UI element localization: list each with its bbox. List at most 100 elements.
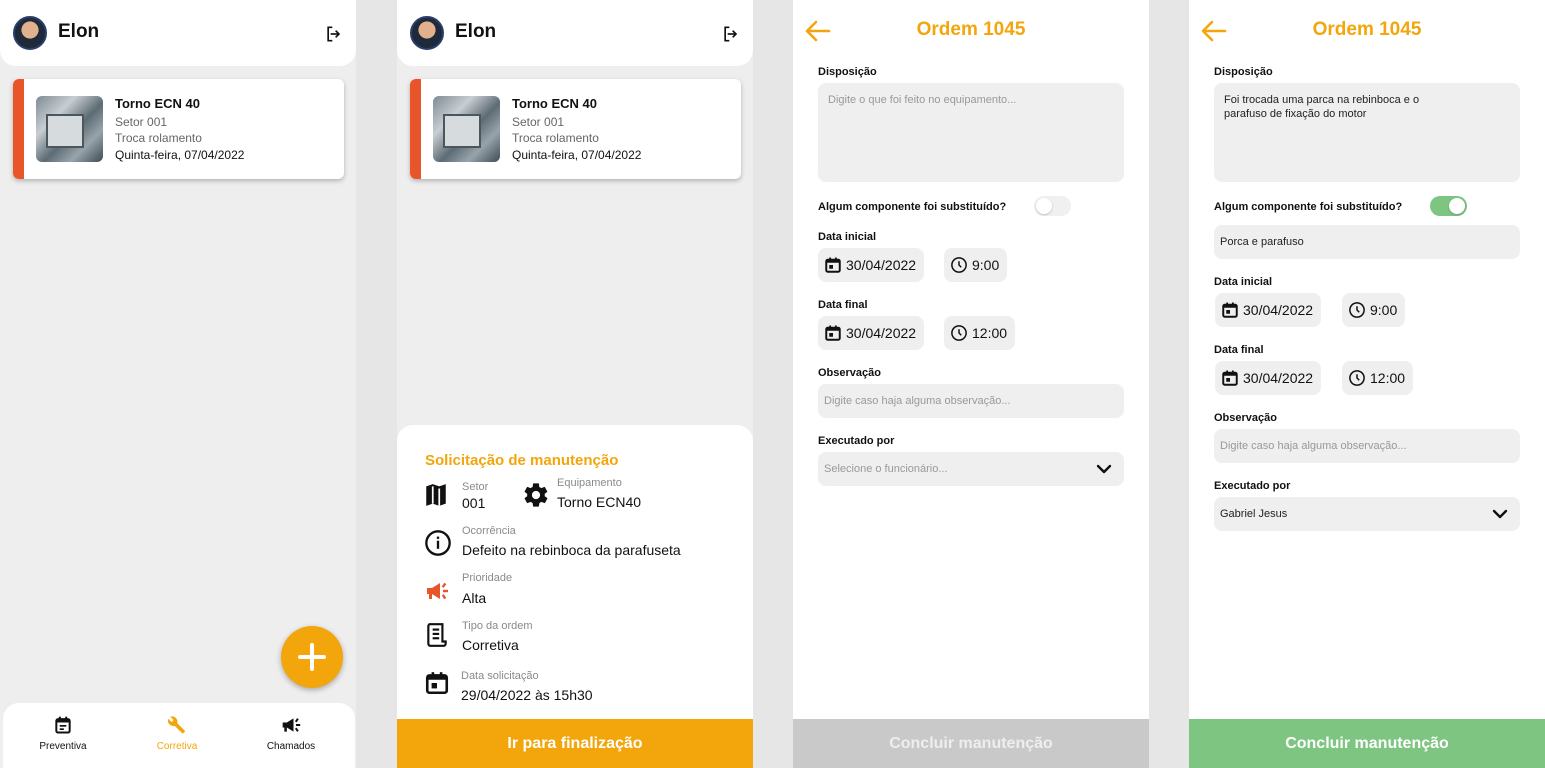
bottom-nav: Preventiva Corretiva Chamados: [3, 703, 355, 768]
order-form-filled-screen: Ordem 1045 Disposição Foi trocada uma pa…: [1189, 0, 1545, 768]
start-date-picker[interactable]: 30/04/2022: [1215, 293, 1322, 327]
equipment-photo: [433, 96, 500, 162]
calendar-icon: [825, 325, 841, 341]
executed-by-label: Executado por: [818, 435, 895, 447]
executed-by-select[interactable]: Gabriel Jesus: [1214, 497, 1520, 531]
nav-label: Preventiva: [39, 741, 87, 752]
order-task: Troca rolamento: [512, 131, 599, 145]
megaphone-icon: [282, 718, 301, 732]
go-to-finalization-button[interactable]: Ir para finalização: [397, 719, 753, 768]
end-date-label: Data final: [1214, 344, 1264, 356]
order-date: Quinta-feira, 07/04/2022: [512, 148, 642, 162]
order-card[interactable]: Torno ECN 40 Setor 001 Troca rolamento Q…: [13, 79, 344, 179]
start-time-value: 9:00: [972, 257, 1000, 273]
component-input[interactable]: Porca e parafuso: [1214, 225, 1520, 259]
order-title: Ordem 1045: [916, 19, 1026, 40]
receipt-icon: [427, 623, 447, 647]
map-icon: [426, 484, 446, 506]
equipment-label: Equipamento: [557, 477, 622, 489]
component-question: Algum componente foi substituído?: [818, 201, 1007, 213]
nav-label: Corretiva: [156, 741, 198, 752]
start-date-label: Data inicial: [1214, 276, 1273, 288]
order-title: Ordem 1045: [1312, 19, 1422, 40]
order-task: Troca rolamento: [115, 131, 202, 145]
wrench-icon: [167, 716, 185, 734]
clock-icon: [951, 325, 967, 341]
nav-item-chamados[interactable]: Chamados: [241, 715, 341, 752]
end-date-label: Data final: [818, 299, 868, 311]
maintenance-request-sheet: Solicitação de manutenção Setor 001 Equi…: [397, 425, 753, 768]
equipment-value: Torno ECN40: [557, 494, 642, 510]
avatar[interactable]: [13, 16, 47, 50]
disposition-textarea[interactable]: Foi trocada uma parca na rebinboca e o p…: [1214, 83, 1520, 182]
disposition-textarea[interactable]: Digite o que foi feito no equipamento...: [818, 83, 1124, 182]
logout-icon[interactable]: [324, 24, 344, 44]
end-time-value: 12:00: [972, 325, 1008, 341]
executed-by-select[interactable]: Selecione o funcionário...: [818, 452, 1124, 486]
toggle-knob: [1449, 198, 1465, 214]
start-time-picker[interactable]: 9:00: [944, 248, 1008, 282]
user-name: Elon: [58, 21, 100, 42]
end-time-picker[interactable]: 12:00: [944, 316, 1016, 350]
order-type-value: Corretiva: [462, 637, 519, 653]
add-order-button[interactable]: [281, 626, 343, 688]
request-date-value: 29/04/2022 às 15h30: [461, 687, 593, 703]
clock-icon: [1349, 370, 1365, 386]
gear-icon: [524, 483, 548, 507]
observation-label: Observação: [1214, 412, 1277, 424]
executed-by-value: Gabriel Jesus: [1220, 508, 1288, 520]
end-date-picker[interactable]: 30/04/2022: [1215, 361, 1322, 395]
executed-by-label: Executado por: [1214, 480, 1291, 492]
order-equipment-name: Torno ECN 40: [115, 96, 200, 111]
user-name: Elon: [455, 21, 497, 42]
occurrence-value: Defeito na rebinboca da parafuseta: [462, 542, 681, 558]
component-toggle[interactable]: [1430, 196, 1467, 216]
info-icon: [425, 530, 451, 556]
disposition-label: Disposição: [818, 66, 877, 78]
start-date-value: 30/04/2022: [846, 257, 917, 273]
sector-value: 001: [462, 495, 486, 511]
nav-item-preventiva[interactable]: Preventiva: [13, 715, 113, 752]
start-date-value: 30/04/2022: [1243, 302, 1314, 318]
start-date-label: Data inicial: [818, 231, 877, 243]
disposition-label: Disposição: [1214, 66, 1273, 78]
chevron-down-icon: [1492, 509, 1508, 519]
complete-maintenance-button[interactable]: Concluir manutenção: [793, 719, 1149, 768]
observation-label: Observação: [818, 367, 881, 379]
clock-icon: [951, 257, 967, 273]
order-list-screen: Elon Torno ECN 40 Setor 001 Troca rolame…: [0, 0, 356, 768]
end-time-value: 12:00: [1370, 370, 1406, 386]
order-equipment-name: Torno ECN 40: [512, 96, 597, 111]
logout-icon[interactable]: [721, 24, 741, 44]
avatar[interactable]: [410, 16, 444, 50]
request-date-label: Data solicitação: [461, 670, 539, 682]
top-bar: Elon: [0, 0, 356, 66]
nav-label: Chamados: [266, 741, 316, 752]
calendar-icon: [55, 716, 71, 734]
order-card[interactable]: Torno ECN 40 Setor 001 Troca rolamento Q…: [410, 79, 741, 179]
order-sector: Setor 001: [115, 115, 168, 129]
order-form-empty-screen: Ordem 1045 Disposição Digite o que foi f…: [793, 0, 1149, 768]
order-detail-screen: Elon Torno ECN 40 Setor 001 Troca rolame…: [397, 0, 753, 768]
calendar-icon: [825, 257, 841, 273]
observation-input[interactable]: Digite caso haja alguma observação...: [818, 384, 1124, 418]
observation-input[interactable]: Digite caso haja alguma observação...: [1214, 429, 1520, 463]
calendar-icon: [425, 672, 449, 695]
order-sector: Setor 001: [512, 115, 565, 129]
start-time-value: 9:00: [1370, 302, 1398, 318]
clock-icon: [1349, 302, 1365, 318]
end-time-picker[interactable]: 12:00: [1342, 361, 1414, 395]
nav-item-corretiva[interactable]: Corretiva: [127, 715, 227, 752]
component-toggle[interactable]: [1034, 196, 1071, 216]
calendar-icon: [1222, 302, 1238, 318]
occurrence-label: Ocorrência: [462, 525, 516, 537]
start-date-picker[interactable]: 30/04/2022: [818, 248, 925, 282]
executed-by-placeholder: Selecione o funcionário...: [824, 463, 948, 475]
order-date: Quinta-feira, 07/04/2022: [115, 148, 245, 162]
complete-maintenance-button[interactable]: Concluir manutenção: [1189, 719, 1545, 768]
end-date-picker[interactable]: 30/04/2022: [818, 316, 925, 350]
sector-label: Setor: [462, 481, 489, 493]
start-time-picker[interactable]: 9:00: [1342, 293, 1406, 327]
priority-value: Alta: [462, 590, 487, 606]
priority-stripe: [13, 79, 24, 179]
